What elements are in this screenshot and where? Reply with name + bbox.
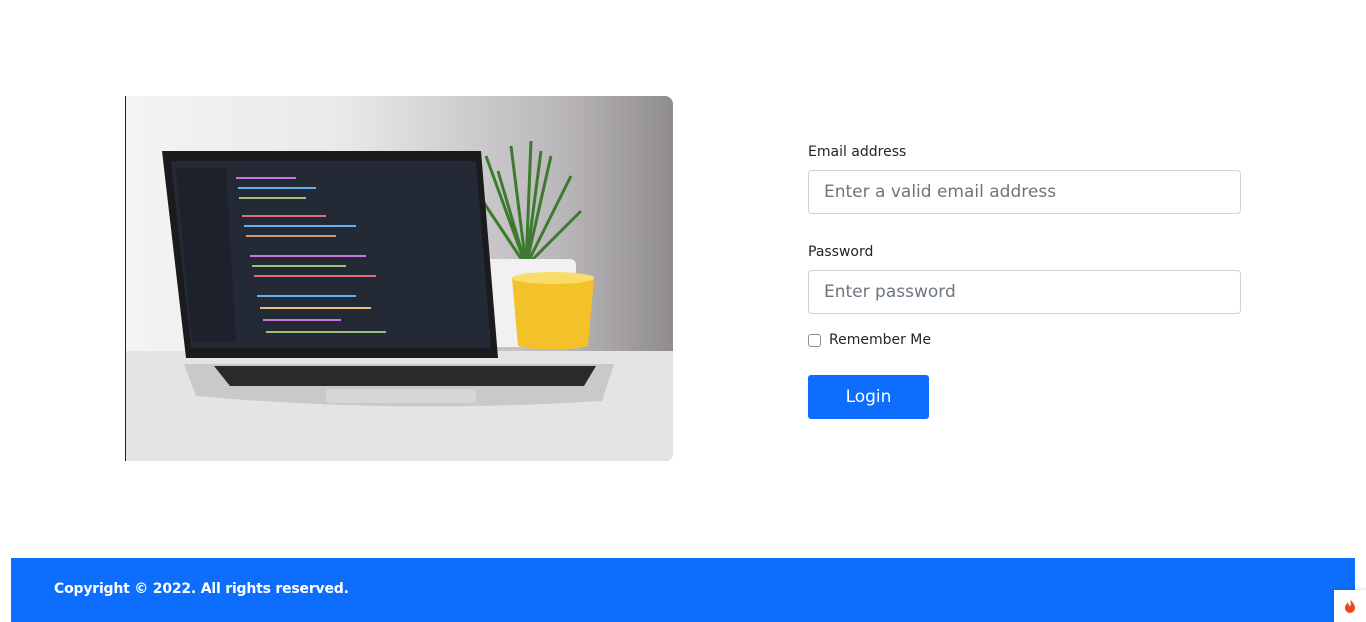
email-input[interactable]: [808, 170, 1241, 214]
email-group: Email address: [808, 144, 1241, 214]
login-form: Email address Password Remember Me Login: [808, 140, 1241, 419]
corner-widget[interactable]: [1334, 590, 1366, 622]
copyright-text: Copyright © 2022. All rights reserved.: [54, 581, 349, 597]
login-button[interactable]: Login: [808, 375, 929, 419]
remember-me-row: Remember Me: [808, 331, 1241, 349]
remember-me-label[interactable]: Remember Me: [829, 332, 931, 348]
footer: Copyright © 2022. All rights reserved.: [11, 558, 1355, 622]
flame-icon: [1345, 598, 1355, 613]
email-label: Email address: [808, 144, 907, 160]
password-group: Password: [808, 244, 1241, 314]
remember-me-checkbox[interactable]: [808, 333, 821, 347]
password-label: Password: [808, 244, 874, 260]
laptop-hero-image: [125, 96, 673, 461]
password-input[interactable]: [808, 270, 1241, 314]
login-page: Email address Password Remember Me Login…: [0, 0, 1366, 622]
